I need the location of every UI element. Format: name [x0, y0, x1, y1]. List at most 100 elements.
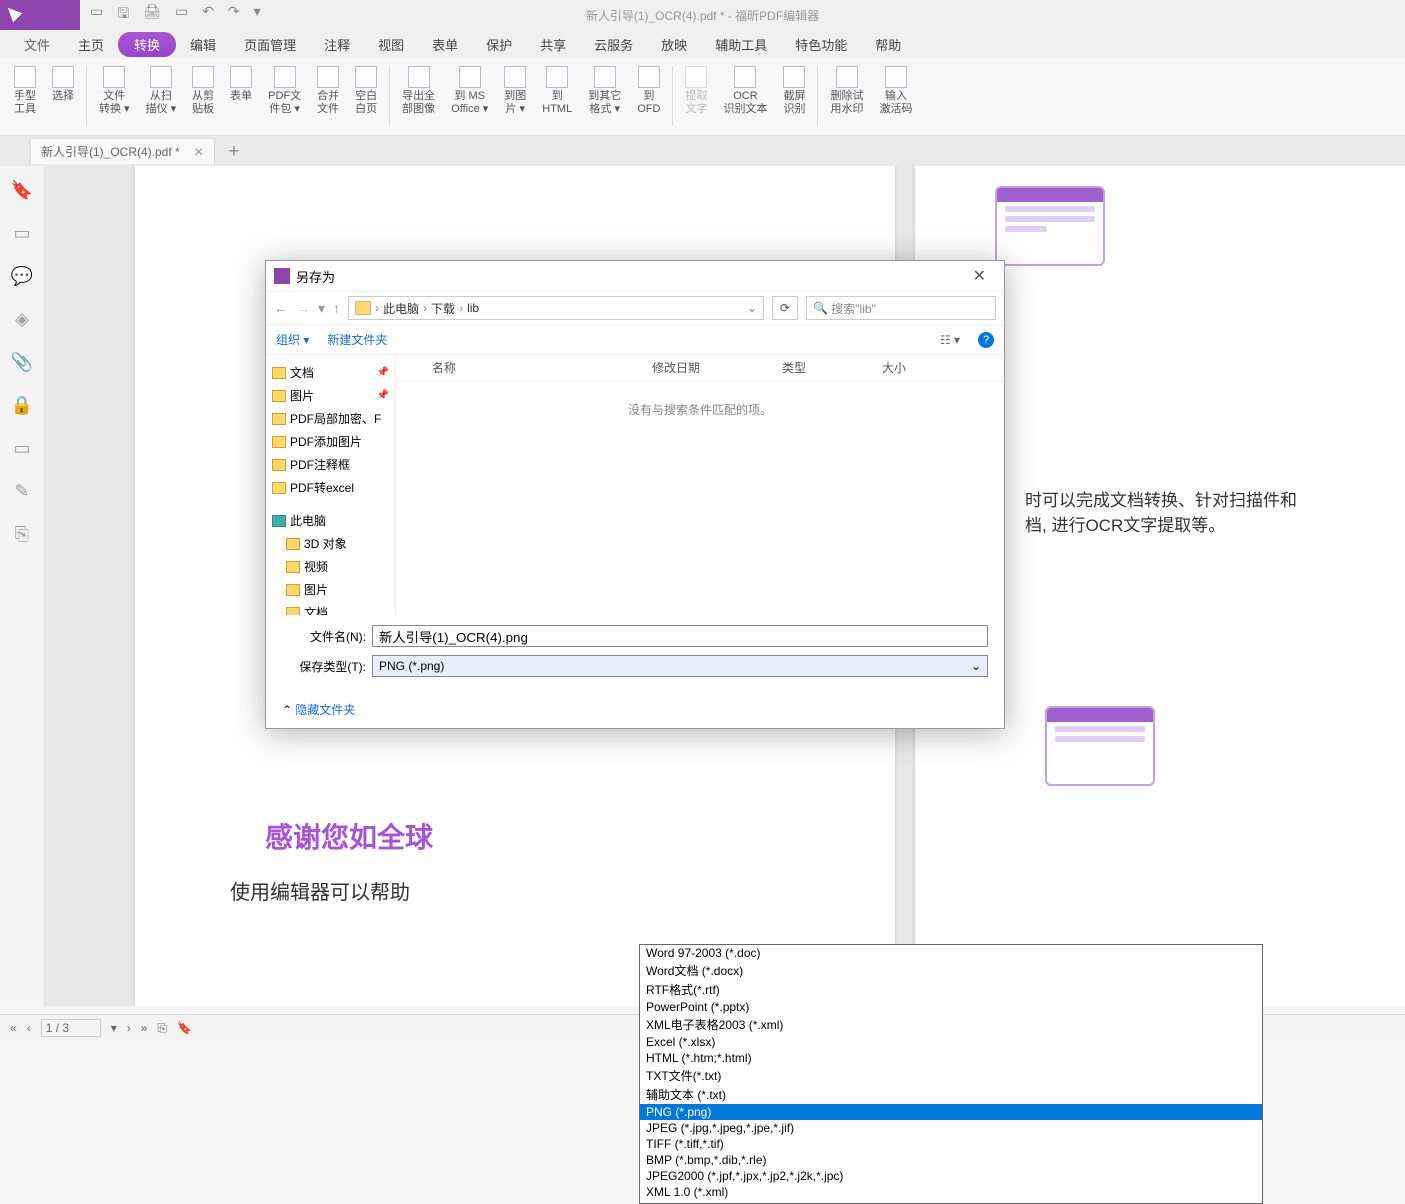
dropdown-option[interactable]: Word文档 (*.docx) [640, 961, 1262, 980]
ribbon-btn-12[interactable]: 到HTML [534, 64, 580, 130]
menu-protect[interactable]: 保护 [472, 31, 526, 58]
blank-panel-icon[interactable]: ▭ [13, 438, 30, 459]
pages-icon[interactable]: ▭ [13, 223, 30, 244]
undo-icon[interactable]: ↶ [202, 3, 214, 27]
dropdown-option[interactable]: PNG (*.png) [640, 1104, 1262, 1120]
menu-comment[interactable]: 注释 [310, 31, 364, 58]
ribbon-btn-6[interactable]: PDF文件包 ▾ [260, 64, 309, 130]
document-tab[interactable]: 新人引导(1)_OCR(4).pdf * ✕ [30, 138, 215, 164]
tree-item[interactable]: 文档 [270, 601, 391, 615]
dropdown-option[interactable]: JPEG2000 (*.jpf,*.jpx,*.jp2,*.j2k,*.jpc) [640, 1168, 1262, 1184]
col-size[interactable]: 大小 [882, 359, 906, 376]
bookmark-icon[interactable]: 🔖 [11, 180, 33, 201]
dropdown-option[interactable]: HTML (*.htm;*.html) [640, 1050, 1262, 1066]
dropdown-option[interactable]: 辅助文本 (*.txt) [640, 1085, 1262, 1104]
dropdown-option[interactable]: TXT文件(*.txt) [640, 1066, 1262, 1085]
tree-item[interactable]: 3D 对象 [270, 532, 391, 555]
dropdown-option[interactable]: Excel (*.xlsx) [640, 1034, 1262, 1050]
hide-folders-link[interactable]: 隐藏文件夹 [295, 701, 355, 718]
dropdown-option[interactable]: XML 1.0 (*.xml) [640, 1184, 1262, 1200]
menu-form[interactable]: 表单 [418, 31, 472, 58]
attachments-icon[interactable]: 📎 [11, 352, 33, 373]
dropdown-option[interactable]: RTF格式(*.rtf) [640, 980, 1262, 999]
bookmark-sm-icon[interactable]: 🔖 [177, 1021, 192, 1035]
menu-share[interactable]: 共享 [526, 31, 580, 58]
refresh-button[interactable]: ⟳ [772, 296, 798, 320]
print-icon[interactable]: 🖨 [143, 3, 161, 27]
crumb-2[interactable]: lib [467, 301, 479, 315]
dropdown-option[interactable]: PowerPoint (*.pptx) [640, 999, 1262, 1015]
tree-item[interactable]: 视频 [270, 555, 391, 578]
menu-convert[interactable]: 转换 [118, 32, 176, 57]
ribbon-btn-18[interactable]: 删除试用水印 [822, 64, 871, 130]
menu-play[interactable]: 放映 [647, 31, 701, 58]
close-tab-icon[interactable]: ✕ [194, 145, 204, 159]
copy-page-icon[interactable]: ⎘ [157, 1021, 167, 1036]
open-icon[interactable]: ▭ [90, 3, 103, 27]
ribbon-btn-0[interactable]: 手型工具 [6, 64, 44, 130]
dialog-titlebar[interactable]: 另存为 ✕ [266, 261, 1004, 291]
expand-icon[interactable]: ⌃ [282, 703, 292, 717]
new-tab-button[interactable]: + [229, 141, 240, 162]
tree-item[interactable]: 此电脑 [270, 509, 391, 532]
comments-icon[interactable]: 💬 [11, 266, 33, 287]
tree-item[interactable]: 图片📌 [270, 384, 391, 407]
ribbon-btn-9[interactable]: 导出全部图像 [394, 64, 443, 130]
col-date[interactable]: 修改日期 [652, 359, 782, 376]
tree-item[interactable]: 文档📌 [270, 361, 391, 384]
first-page-icon[interactable]: « [10, 1021, 17, 1035]
menu-view[interactable]: 视图 [364, 31, 418, 58]
tree-item[interactable]: PDF注释框 [270, 453, 391, 476]
ribbon-btn-15[interactable]: 提取文字 [677, 64, 715, 130]
menu-page[interactable]: 页面管理 [230, 31, 310, 58]
layers-icon[interactable]: ◈ [15, 309, 29, 330]
menu-file[interactable]: 文件 [10, 31, 64, 58]
view-mode-button[interactable]: ☷ ▾ [940, 333, 960, 347]
copy-icon[interactable]: ⎘ [15, 524, 29, 545]
help-button[interactable]: ? [978, 332, 994, 348]
back-icon[interactable]: ← [274, 300, 288, 316]
ribbon-btn-7[interactable]: 合并文件 [309, 64, 347, 130]
ribbon-btn-1[interactable]: 选择 [44, 64, 82, 130]
ribbon-btn-3[interactable]: 从扫描仪 ▾ [138, 64, 185, 130]
forward-icon[interactable]: → [296, 300, 310, 316]
dropdown-option[interactable]: JPEG (*.jpg,*.jpeg,*.jpe,*.jif) [640, 1120, 1262, 1136]
menu-help[interactable]: 帮助 [861, 31, 915, 58]
menu-access[interactable]: 辅助工具 [701, 31, 781, 58]
dropdown-option[interactable]: Word 97-2003 (*.doc) [640, 945, 1262, 961]
ribbon-btn-5[interactable]: 表单 [222, 64, 260, 130]
dropdown-option[interactable]: XPS文档 (*.xps,*.oxps) [640, 1200, 1262, 1204]
crumb-1[interactable]: 下载 [431, 300, 455, 317]
page-dropdown-icon[interactable]: ▾ [111, 1021, 117, 1035]
new-folder-button[interactable]: 新建文件夹 [327, 331, 387, 348]
ribbon-btn-11[interactable]: 到图片 ▾ [496, 64, 534, 130]
dialog-close-button[interactable]: ✕ [963, 264, 996, 288]
save-icon[interactable]: 🖫 [117, 3, 129, 27]
col-type[interactable]: 类型 [782, 359, 882, 376]
filename-input[interactable] [372, 625, 988, 647]
dropdown-option[interactable]: TIFF (*.tiff,*.tif) [640, 1136, 1262, 1152]
menu-cloud[interactable]: 云服务 [580, 31, 647, 58]
tree-item[interactable]: PDF转excel [270, 476, 391, 499]
ribbon-btn-8[interactable]: 空白白页 [347, 64, 385, 130]
ribbon-btn-10[interactable]: 到 MSOffice ▾ [443, 64, 496, 130]
filetype-select[interactable]: PNG (*.png) ⌄ [372, 655, 988, 677]
breadcrumb[interactable]: › 此电脑 › 下载 › lib ⌄ [348, 296, 764, 320]
ribbon-btn-17[interactable]: 截屏识别 [775, 64, 813, 130]
more-icon[interactable]: ▾ [254, 3, 261, 27]
next-page-icon[interactable]: › [127, 1021, 131, 1035]
dropdown-option[interactable]: XML电子表格2003 (*.xml) [640, 1015, 1262, 1034]
menu-edit[interactable]: 编辑 [176, 31, 230, 58]
crumb-dropdown-icon[interactable]: ⌄ [747, 301, 757, 315]
ribbon-btn-13[interactable]: 到其它格式 ▾ [580, 64, 629, 130]
tree-item[interactable]: PDF局部加密、F [270, 407, 391, 430]
ribbon-btn-4[interactable]: 从剪贴板 [184, 64, 222, 130]
crumb-0[interactable]: 此电脑 [383, 300, 419, 317]
prev-page-icon[interactable]: ‹ [27, 1021, 31, 1035]
ribbon-btn-19[interactable]: 输入激活码 [871, 64, 920, 130]
tree-item[interactable]: PDF添加图片 [270, 430, 391, 453]
redo-icon[interactable]: ↷ [228, 3, 240, 27]
menu-home[interactable]: 主页 [64, 31, 118, 58]
search-input[interactable]: 🔍 搜索"lib" [806, 296, 996, 320]
col-name[interactable]: 名称 [432, 359, 652, 376]
